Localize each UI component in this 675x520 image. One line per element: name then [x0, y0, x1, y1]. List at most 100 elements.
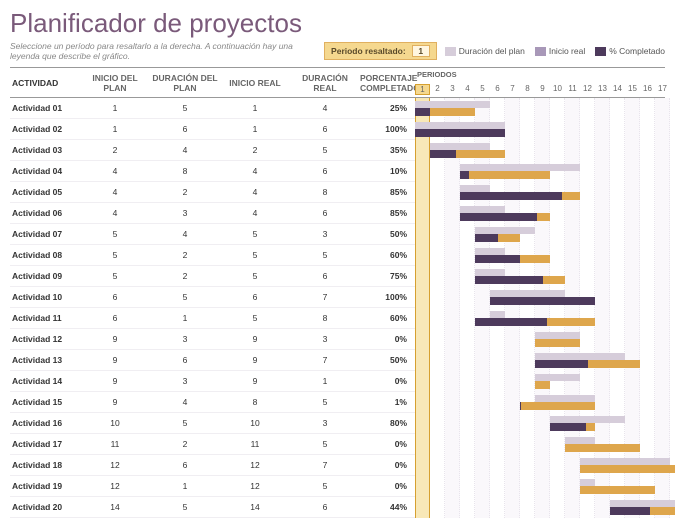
cell-pct[interactable]: 0%	[360, 376, 415, 386]
cell-plan-dur[interactable]: 4	[150, 145, 220, 155]
cell-real-start[interactable]: 1	[220, 103, 290, 113]
cell-plan-start[interactable]: 4	[80, 187, 150, 197]
cell-plan-start[interactable]: 12	[80, 481, 150, 491]
cell-pct[interactable]: 0%	[360, 439, 415, 449]
cell-real-start[interactable]: 9	[220, 355, 290, 365]
cell-plan-start[interactable]: 5	[80, 229, 150, 239]
cell-pct[interactable]: 25%	[360, 103, 415, 113]
table-row[interactable]: Actividad 11615860%	[10, 308, 415, 329]
cell-plan-dur[interactable]: 6	[150, 460, 220, 470]
cell-plan-start[interactable]: 4	[80, 208, 150, 218]
cell-real-start[interactable]: 8	[220, 397, 290, 407]
cell-real-dur[interactable]: 7	[290, 292, 360, 302]
cell-real-start[interactable]: 4	[220, 208, 290, 218]
cell-pct[interactable]: 1%	[360, 397, 415, 407]
table-row[interactable]: Actividad 106567100%	[10, 287, 415, 308]
cell-pct[interactable]: 100%	[360, 292, 415, 302]
cell-real-start[interactable]: 10	[220, 418, 290, 428]
cell-pct[interactable]: 85%	[360, 187, 415, 197]
cell-plan-start[interactable]: 9	[80, 334, 150, 344]
cell-plan-dur[interactable]: 5	[150, 292, 220, 302]
cell-real-dur[interactable]: 6	[290, 502, 360, 512]
cell-real-start[interactable]: 6	[220, 292, 290, 302]
cell-plan-start[interactable]: 1	[80, 124, 150, 134]
cell-plan-start[interactable]: 6	[80, 313, 150, 323]
cell-real-dur[interactable]: 5	[290, 250, 360, 260]
cell-plan-start[interactable]: 5	[80, 250, 150, 260]
cell-pct[interactable]: 50%	[360, 229, 415, 239]
table-row[interactable]: Actividad 03242535%	[10, 140, 415, 161]
cell-pct[interactable]: 44%	[360, 502, 415, 512]
cell-real-start[interactable]: 5	[220, 250, 290, 260]
cell-real-start[interactable]: 12	[220, 481, 290, 491]
cell-real-dur[interactable]: 7	[290, 460, 360, 470]
cell-pct[interactable]: 85%	[360, 208, 415, 218]
cell-pct[interactable]: 0%	[360, 460, 415, 470]
cell-plan-start[interactable]: 10	[80, 418, 150, 428]
cell-real-dur[interactable]: 6	[290, 271, 360, 281]
cell-plan-start[interactable]: 9	[80, 397, 150, 407]
cell-real-start[interactable]: 12	[220, 460, 290, 470]
cell-plan-dur[interactable]: 2	[150, 250, 220, 260]
table-row[interactable]: Actividad 07545350%	[10, 224, 415, 245]
cell-plan-start[interactable]: 6	[80, 292, 150, 302]
highlight-input[interactable]: 1	[412, 45, 430, 57]
cell-plan-dur[interactable]: 5	[150, 418, 220, 428]
table-row[interactable]: Actividad 01151425%	[10, 98, 415, 119]
cell-real-dur[interactable]: 3	[290, 334, 360, 344]
cell-real-dur[interactable]: 6	[290, 166, 360, 176]
cell-plan-dur[interactable]: 1	[150, 313, 220, 323]
cell-plan-dur[interactable]: 3	[150, 334, 220, 344]
table-row[interactable]: Actividad 08525560%	[10, 245, 415, 266]
cell-pct[interactable]: 0%	[360, 334, 415, 344]
cell-real-start[interactable]: 11	[220, 439, 290, 449]
cell-real-dur[interactable]: 6	[290, 124, 360, 134]
table-row[interactable]: Actividad 04484610%	[10, 161, 415, 182]
cell-real-dur[interactable]: 5	[290, 481, 360, 491]
cell-real-start[interactable]: 5	[220, 313, 290, 323]
cell-pct[interactable]: 10%	[360, 166, 415, 176]
cell-real-start[interactable]: 4	[220, 166, 290, 176]
table-row[interactable]: Actividad 021616100%	[10, 119, 415, 140]
cell-plan-dur[interactable]: 5	[150, 103, 220, 113]
table-row[interactable]: Actividad 09525675%	[10, 266, 415, 287]
cell-plan-start[interactable]: 14	[80, 502, 150, 512]
cell-pct[interactable]: 50%	[360, 355, 415, 365]
cell-real-start[interactable]: 2	[220, 145, 290, 155]
cell-pct[interactable]: 60%	[360, 313, 415, 323]
cell-real-dur[interactable]: 6	[290, 208, 360, 218]
cell-real-dur[interactable]: 5	[290, 145, 360, 155]
table-row[interactable]: Actividad 191211250%	[10, 476, 415, 497]
cell-real-dur[interactable]: 5	[290, 397, 360, 407]
cell-plan-start[interactable]: 9	[80, 355, 150, 365]
cell-pct[interactable]: 80%	[360, 418, 415, 428]
cell-real-start[interactable]: 9	[220, 376, 290, 386]
table-row[interactable]: Actividad 05424885%	[10, 182, 415, 203]
table-row[interactable]: Actividad 171121150%	[10, 434, 415, 455]
cell-plan-dur[interactable]: 4	[150, 229, 220, 239]
cell-plan-dur[interactable]: 6	[150, 355, 220, 365]
table-row[interactable]: Actividad 2014514644%	[10, 497, 415, 518]
cell-plan-start[interactable]: 4	[80, 166, 150, 176]
cell-pct[interactable]: 0%	[360, 481, 415, 491]
cell-real-start[interactable]: 5	[220, 229, 290, 239]
cell-plan-dur[interactable]: 5	[150, 502, 220, 512]
cell-plan-dur[interactable]: 4	[150, 397, 220, 407]
cell-plan-start[interactable]: 5	[80, 271, 150, 281]
table-row[interactable]: Actividad 13969750%	[10, 350, 415, 371]
cell-plan-dur[interactable]: 2	[150, 439, 220, 449]
cell-real-start[interactable]: 14	[220, 502, 290, 512]
cell-plan-start[interactable]: 11	[80, 439, 150, 449]
cell-plan-dur[interactable]: 1	[150, 481, 220, 491]
cell-plan-start[interactable]: 12	[80, 460, 150, 470]
cell-real-dur[interactable]: 1	[290, 376, 360, 386]
cell-real-dur[interactable]: 8	[290, 187, 360, 197]
cell-plan-dur[interactable]: 8	[150, 166, 220, 176]
cell-real-dur[interactable]: 7	[290, 355, 360, 365]
cell-pct[interactable]: 35%	[360, 145, 415, 155]
cell-real-dur[interactable]: 3	[290, 418, 360, 428]
cell-real-dur[interactable]: 3	[290, 229, 360, 239]
table-row[interactable]: Actividad 06434685%	[10, 203, 415, 224]
cell-plan-dur[interactable]: 3	[150, 208, 220, 218]
cell-real-start[interactable]: 4	[220, 187, 290, 197]
